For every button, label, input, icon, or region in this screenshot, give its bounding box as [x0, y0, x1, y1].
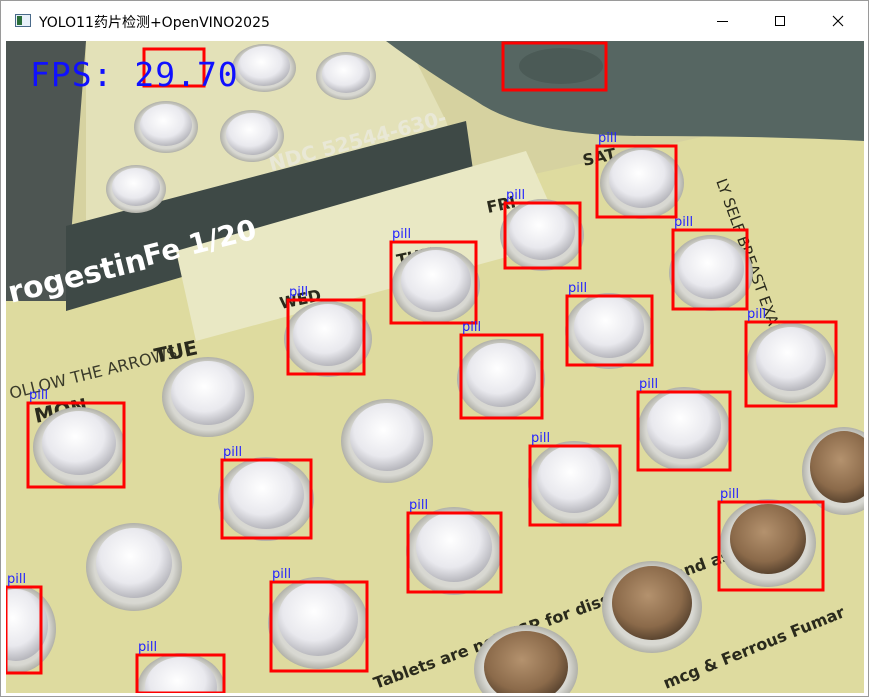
fps-counter: FPS: 29.70 — [30, 55, 239, 94]
pill — [134, 101, 198, 153]
detection-label: pill — [506, 188, 525, 203]
pill — [600, 147, 684, 219]
app-window-icon — [15, 14, 31, 27]
maximize-icon — [775, 16, 785, 26]
pill — [500, 199, 584, 271]
pill — [457, 339, 545, 419]
case-button — [519, 48, 603, 84]
pill — [720, 499, 816, 587]
detection-label: pill — [720, 487, 739, 502]
window-title: YOLO11药片检测+OpenVINO2025 — [39, 15, 270, 31]
pill — [392, 247, 480, 323]
detection-label: pill — [289, 285, 308, 300]
detection-label: pill — [409, 498, 428, 513]
detection-label: pill — [674, 215, 693, 230]
pill — [669, 235, 753, 311]
detection-label: pill — [639, 377, 658, 392]
app-window: YOLO11药片检测+OpenVINO2025 NDC 52544-630- r… — [0, 0, 869, 697]
detection-label: pill — [598, 131, 617, 146]
pill — [602, 561, 702, 653]
pill — [528, 441, 620, 525]
pill — [316, 52, 376, 100]
close-icon — [832, 15, 844, 27]
pill — [218, 457, 314, 541]
pill — [341, 399, 433, 483]
pill — [162, 357, 254, 437]
pill — [106, 165, 166, 213]
pill — [747, 323, 835, 403]
detection-label: pill — [568, 281, 587, 296]
detection-scene: NDC 52544-630- rogestin Fe 1/20 OLLOW TH… — [6, 41, 864, 693]
pill — [220, 110, 284, 162]
minimize-button[interactable] — [693, 1, 751, 41]
title-bar[interactable]: YOLO11药片检测+OpenVINO2025 — [1, 1, 868, 41]
detection-label: pill — [462, 320, 481, 335]
pill — [268, 577, 368, 669]
pill — [284, 301, 372, 377]
close-button[interactable] — [809, 1, 867, 41]
detection-label: pill — [392, 227, 411, 242]
pill — [638, 387, 730, 471]
detection-label: pill — [223, 445, 242, 460]
pill — [86, 523, 182, 611]
video-frame: NDC 52544-630- rogestin Fe 1/20 OLLOW TH… — [6, 41, 864, 693]
pill — [565, 293, 653, 369]
maximize-button[interactable] — [751, 1, 809, 41]
detection-label: pill — [29, 388, 48, 403]
detection-label: pill — [138, 640, 157, 655]
detection-label: pill — [272, 567, 291, 582]
minimize-icon — [716, 20, 728, 22]
detection-label: pill — [7, 572, 26, 587]
detection-label: pill — [747, 307, 766, 322]
detection-label: pill — [531, 431, 550, 446]
pill — [33, 407, 125, 487]
pill — [406, 507, 502, 595]
pill — [232, 44, 296, 92]
